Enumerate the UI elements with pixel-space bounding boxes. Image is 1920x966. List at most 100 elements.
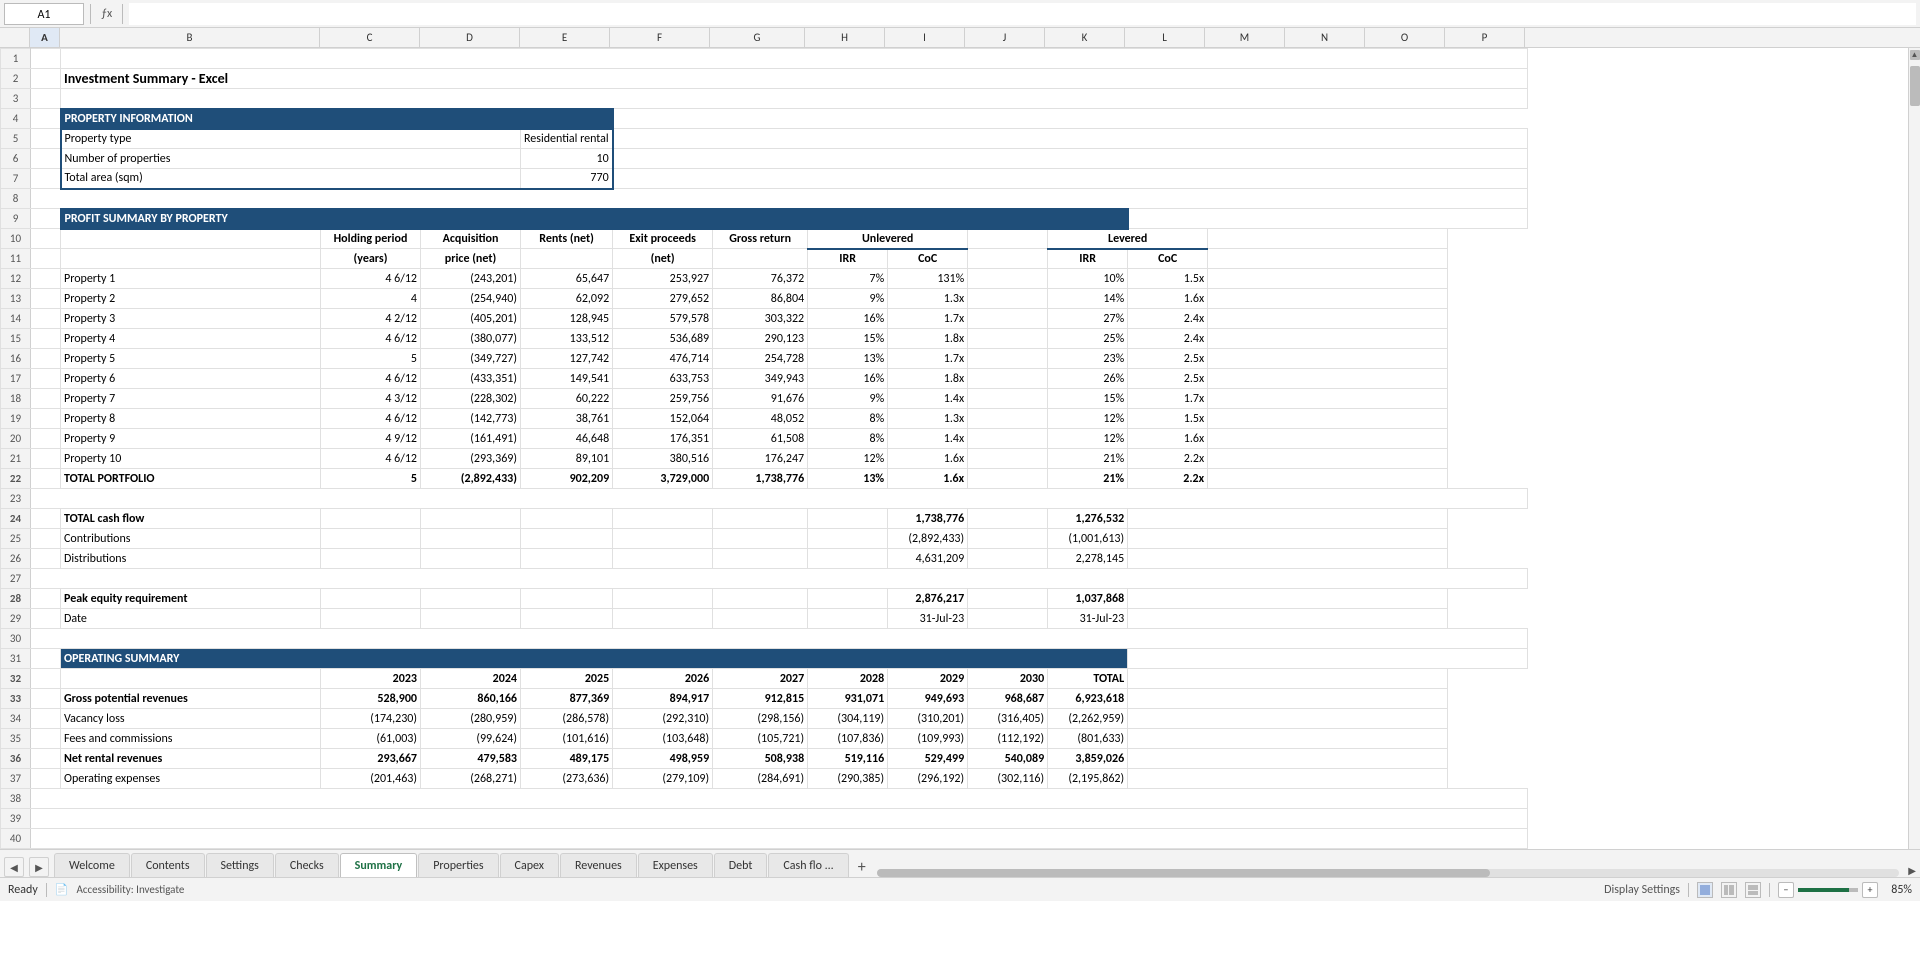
formula-input[interactable] — [129, 3, 1916, 25]
display-settings-btn[interactable]: Display Settings — [1604, 883, 1680, 897]
tab-scroll-right[interactable]: ▶ — [1908, 864, 1916, 877]
col-header-F[interactable]: F — [610, 28, 710, 47]
row-14: 14 Property 3 4 2/12 (405,201) 128,945 5… — [1, 309, 1528, 329]
col-header-O[interactable]: O — [1365, 28, 1445, 47]
property-type-label: Property type — [61, 129, 521, 149]
col-gross: Gross return — [713, 229, 808, 249]
name-box[interactable]: A1 — [4, 3, 84, 25]
tab-checks[interactable]: Checks — [275, 853, 339, 877]
tab-revenues[interactable]: Revenues — [560, 853, 637, 877]
cell-B1[interactable] — [61, 49, 1528, 69]
row-33: 33 Gross potential revenues 528,900 860,… — [1, 689, 1528, 709]
prop1-coc1: 131% — [888, 269, 968, 289]
total-portfolio-label: TOTAL PORTFOLIO — [61, 469, 321, 489]
property-type-value: Residential rental — [521, 129, 613, 149]
prop1-gross: 76,372 — [713, 269, 808, 289]
total-area-value: 770 — [521, 169, 613, 189]
col-header-A[interactable]: A — [30, 28, 60, 47]
col-header-J[interactable]: J — [965, 28, 1045, 47]
row-18: 18 Property 7 4 3/12 (228,302) 60,222 25… — [1, 389, 1528, 409]
col-header-K[interactable]: K — [1045, 28, 1125, 47]
tab-scrollbar[interactable] — [877, 869, 1491, 877]
row-39: 39 — [1, 809, 1528, 829]
scroll-up-btn[interactable]: ▲ — [1910, 50, 1920, 60]
row-26: 26 Distributions 4,631,209 2,278,145 — [1, 549, 1528, 569]
profit-summary-header: PROFIT SUMMARY BY PROPERTY — [61, 209, 1128, 229]
tab-nav-right[interactable]: ▶ — [29, 857, 49, 877]
grid-content[interactable]: 1 2 Investment Summary - Excel 3 — [0, 48, 1908, 849]
tab-expenses[interactable]: Expenses — [638, 853, 713, 877]
row-10: 10 Holding period Acquisition Rents (net… — [1, 229, 1528, 249]
row-24: 24 TOTAL cash flow 1,738,776 1,276,532 — [1, 509, 1528, 529]
row-15: 15 Property 4 4 6/12 (380,077) 133,512 5… — [1, 329, 1528, 349]
tab-nav-left[interactable]: ◀ — [4, 857, 24, 877]
zoom-out-btn[interactable]: − — [1778, 882, 1794, 898]
prop2-name: Property 2 — [61, 289, 321, 309]
accessibility-label[interactable]: Accessibility: Investigate — [76, 883, 184, 896]
spreadsheet-app: A1 ƒx A B C D E F G H I J K L M N O P — [0, 0, 1920, 901]
row-36: 36 Net rental revenues 293,667 479,583 4… — [1, 749, 1528, 769]
row-35: 35 Fees and commissions (61,003) (99,624… — [1, 729, 1528, 749]
col-years: (years) — [321, 249, 421, 269]
row-4: 4 PROPERTY INFORMATION — [1, 109, 1528, 129]
formula-bar: A1 ƒx — [0, 0, 1920, 28]
tab-cashflow[interactable]: Cash flo ... — [768, 853, 848, 877]
col-header-B[interactable]: B — [60, 28, 320, 47]
col-header-E[interactable]: E — [520, 28, 610, 47]
col-header-M[interactable]: M — [1205, 28, 1285, 47]
spreadsheet-table: 1 2 Investment Summary - Excel 3 — [0, 48, 1528, 849]
col-header-D[interactable]: D — [420, 28, 520, 47]
col-header-P[interactable]: P — [1445, 28, 1525, 47]
prop1-name: Property 1 — [61, 269, 321, 289]
row-21: 21 Property 10 4 6/12 (293,369) 89,101 3… — [1, 449, 1528, 469]
row-num-1: 1 — [1, 49, 31, 69]
row-2: 2 Investment Summary - Excel — [1, 69, 1528, 89]
row-8: 8 — [1, 189, 1528, 209]
row-23: 23 — [1, 489, 1528, 509]
col-header-I[interactable]: I — [885, 28, 965, 47]
zoom-slider[interactable] — [1798, 888, 1858, 892]
zoom-label: 85% — [1882, 883, 1912, 897]
prop1-exit: 253,927 — [613, 269, 713, 289]
zoom-in-btn[interactable]: + — [1862, 882, 1878, 898]
view-normal-btn[interactable] — [1697, 882, 1713, 898]
col-header-H[interactable]: H — [805, 28, 885, 47]
row-31: 31 OPERATING SUMMARY — [1, 649, 1528, 669]
row-20: 20 Property 9 4 9/12 (161,491) 46,648 17… — [1, 429, 1528, 449]
row-40: 40 — [1, 829, 1528, 849]
cell-A1[interactable] — [31, 49, 61, 69]
col-header-L[interactable]: L — [1125, 28, 1205, 47]
function-btn[interactable]: ƒx — [97, 7, 116, 21]
view-preview-btn[interactable] — [1745, 882, 1761, 898]
tab-add-btn[interactable]: + — [852, 857, 872, 877]
row-28: 28 Peak equity requirement 2,876,217 1,0… — [1, 589, 1528, 609]
row-7: 7 Total area (sqm) 770 — [1, 169, 1528, 189]
col-header-N[interactable]: N — [1285, 28, 1365, 47]
row-22: 22 TOTAL PORTFOLIO 5 (2,892,433) 902,209… — [1, 469, 1528, 489]
tab-welcome[interactable]: Welcome — [54, 853, 130, 877]
cell-B2[interactable]: Investment Summary - Excel — [61, 69, 1528, 89]
row-25: 25 Contributions (2,892,433) (1,001,613) — [1, 529, 1528, 549]
scroll-thumb[interactable] — [1910, 66, 1920, 106]
tab-debt[interactable]: Debt — [714, 853, 768, 877]
col-header-C[interactable]: C — [320, 28, 420, 47]
tab-contents[interactable]: Contents — [131, 853, 205, 877]
tab-summary[interactable]: Summary — [340, 853, 418, 877]
col-rents: Rents (net) — [521, 229, 613, 249]
col-coc1: CoC — [888, 249, 968, 269]
prop1-irr2: 10% — [1048, 269, 1128, 289]
row-9: 9 PROFIT SUMMARY BY PROPERTY — [1, 209, 1528, 229]
col-header-G[interactable]: G — [710, 28, 805, 47]
row-16: 16 Property 5 5 (349,727) 127,742 476,71… — [1, 349, 1528, 369]
col-irr2: IRR — [1048, 249, 1128, 269]
num-properties-value: 10 — [521, 149, 613, 169]
cell-A2[interactable] — [31, 69, 61, 89]
row-6: 6 Number of properties 10 — [1, 149, 1528, 169]
tab-capex[interactable]: Capex — [500, 853, 559, 877]
prop1-acq: (243,201) — [421, 269, 521, 289]
col-exit: Exit proceeds — [613, 229, 713, 249]
tab-properties[interactable]: Properties — [418, 853, 498, 877]
tab-settings[interactable]: Settings — [206, 853, 274, 877]
row-37: 37 Operating expenses (201,463) (268,271… — [1, 769, 1528, 789]
view-layout-btn[interactable] — [1721, 882, 1737, 898]
